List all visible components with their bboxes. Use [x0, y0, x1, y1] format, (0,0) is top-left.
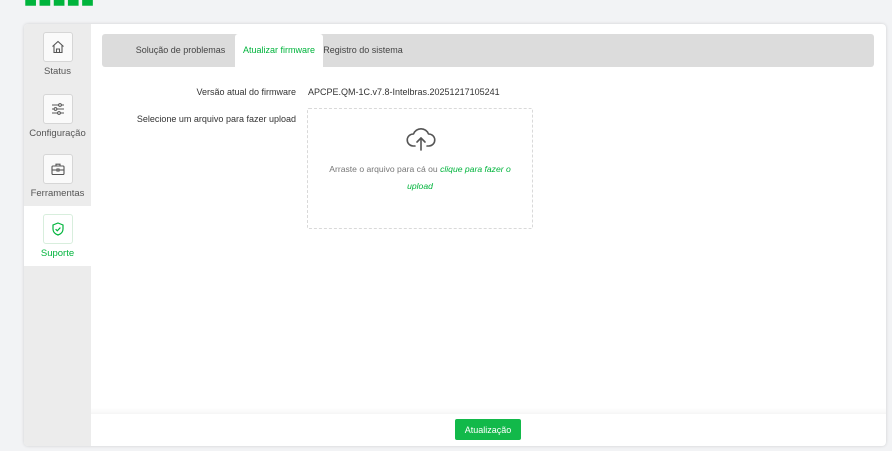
update-button[interactable]: Atualização	[455, 419, 521, 440]
sidebar-item-label: Status	[44, 66, 71, 77]
toolbox-icon	[42, 154, 73, 184]
cloud-upload-icon	[405, 125, 437, 155]
sidebar-item-suporte[interactable]: Suporte	[24, 206, 91, 266]
firmware-version-label: Versão atual do firmware	[196, 87, 296, 97]
brand-logo: ■■■■■	[24, 0, 144, 6]
content-area: Solução de problemas Atualizar firmware …	[91, 24, 886, 446]
shield-check-icon	[42, 214, 73, 244]
tab-bar: Solução de problemas Atualizar firmware …	[102, 34, 874, 67]
tab-solucao-de-problemas[interactable]: Solução de problemas	[126, 34, 235, 67]
upload-instructions: Arraste o arquivo para cá ou clique para…	[322, 161, 518, 195]
sidebar: Status Configuração Ferramentas Suporte	[24, 24, 91, 446]
upload-drop-text: Arraste o arquivo para cá ou	[329, 164, 441, 174]
footer-divider	[91, 408, 886, 414]
firmware-version-value: APCPE.QM-1C.v7.8-Intelbras.2025121710524…	[308, 87, 500, 97]
tab-registro-do-sistema[interactable]: Registro do sistema	[323, 34, 403, 67]
main-frame: Status Configuração Ferramentas Suporte …	[24, 24, 886, 446]
tab-atualizar-firmware[interactable]: Atualizar firmware	[235, 34, 323, 67]
sidebar-item-status[interactable]: Status	[24, 24, 91, 84]
sidebar-item-configuracao[interactable]: Configuração	[24, 86, 91, 146]
upload-file-label: Selecione um arquivo para fazer upload	[136, 114, 296, 124]
sidebar-item-label: Ferramentas	[30, 188, 85, 199]
sidebar-item-ferramentas[interactable]: Ferramentas	[24, 146, 91, 206]
sidebar-item-label: Configuração	[29, 128, 86, 139]
sliders-icon	[42, 94, 73, 124]
home-icon	[42, 32, 73, 62]
brand-logo-mark: ■■■■■	[24, 0, 95, 6]
upload-dropzone[interactable]: Arraste o arquivo para cá ou clique para…	[307, 108, 533, 229]
sidebar-item-label: Suporte	[40, 248, 75, 259]
